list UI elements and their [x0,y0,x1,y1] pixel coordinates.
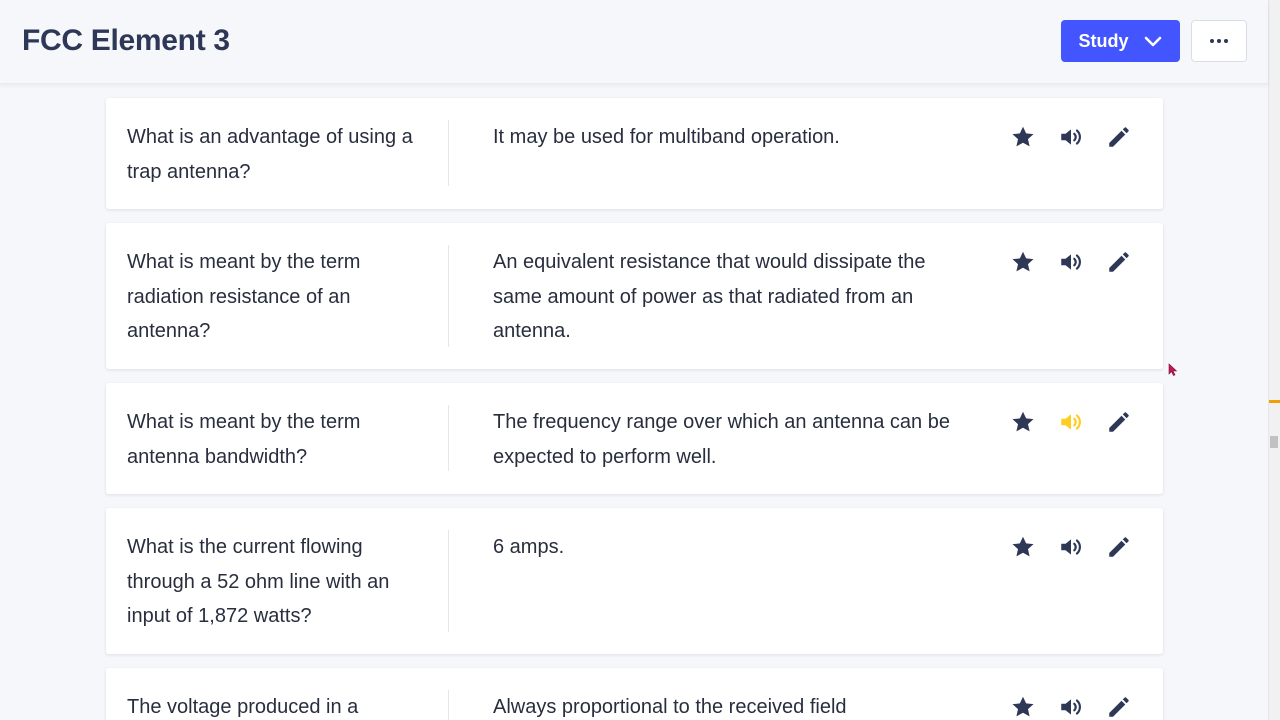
card-definition: The frequency range over which an antenn… [493,411,950,468]
edit-button[interactable] [1106,694,1132,720]
speaker-icon [1061,699,1081,715]
study-button-label: Study [1078,30,1129,51]
card-actions [1006,124,1136,150]
pencil-icon [1109,697,1129,717]
card-definition: Always proportional to the received fiel… [493,696,847,718]
scroll-position-marker [1269,400,1280,403]
card-divider [448,530,449,632]
speaker-icon [1061,539,1081,555]
star-icon [1012,251,1034,272]
edit-button[interactable] [1106,534,1132,560]
pencil-icon [1109,252,1129,272]
card-actions [1006,409,1136,435]
card-term: The voltage produced in a [127,696,359,718]
audio-button[interactable] [1058,694,1084,720]
more-horizontal-icon [1210,39,1228,43]
edit-button[interactable] [1106,409,1132,435]
edit-button[interactable] [1106,124,1132,150]
card-actions [1006,249,1136,275]
speaker-icon [1061,254,1081,270]
audio-button[interactable] [1058,124,1084,150]
edit-button[interactable] [1106,249,1132,275]
card-divider [448,120,449,186]
card-divider [448,405,449,471]
scrollbar[interactable] [1268,0,1280,720]
chevron-down-icon [1144,36,1161,47]
term-card: What is meant by the term radiation resi… [106,223,1163,369]
card-divider [448,245,449,347]
more-options-button[interactable] [1191,20,1247,62]
page-title: FCC Element 3 [22,24,230,57]
term-card: The voltage produced in a Always proport… [106,668,1163,720]
card-definition: An equivalent resistance that would diss… [493,251,926,342]
star-icon [1012,411,1034,432]
term-card: What is meant by the term antenna bandwi… [106,383,1163,494]
pencil-icon [1109,127,1129,147]
card-definition: It may be used for multiband operation. [493,126,840,148]
audio-button[interactable] [1058,249,1084,275]
star-button[interactable] [1010,409,1036,435]
pencil-icon [1109,412,1129,432]
star-icon [1012,126,1034,147]
pencil-icon [1109,537,1129,557]
page-header: FCC Element 3 Study [0,0,1268,84]
mouse-cursor-icon [1168,363,1178,376]
card-term: What is an advantage of using a trap ant… [127,126,413,183]
card-actions [1006,694,1136,720]
star-button[interactable] [1010,694,1036,720]
card-term: What is meant by the term antenna bandwi… [127,411,361,468]
star-icon [1012,536,1034,557]
star-button[interactable] [1010,124,1036,150]
star-icon [1012,696,1034,717]
term-card: What is an advantage of using a trap ant… [106,98,1163,209]
card-divider [448,690,449,720]
card-definition: 6 amps. [493,536,565,558]
speaker-icon [1061,414,1081,430]
card-term: What is meant by the term radiation resi… [127,251,361,342]
star-button[interactable] [1010,249,1036,275]
study-button[interactable]: Study [1061,20,1180,62]
audio-button-active[interactable] [1058,409,1084,435]
term-card: What is the current flowing through a 52… [106,508,1163,654]
speaker-icon [1061,129,1081,145]
star-button[interactable] [1010,534,1036,560]
audio-button[interactable] [1058,534,1084,560]
scrollbar-thumb[interactable] [1270,436,1278,448]
card-term: What is the current flowing through a 52… [127,536,390,627]
card-actions [1006,534,1136,560]
